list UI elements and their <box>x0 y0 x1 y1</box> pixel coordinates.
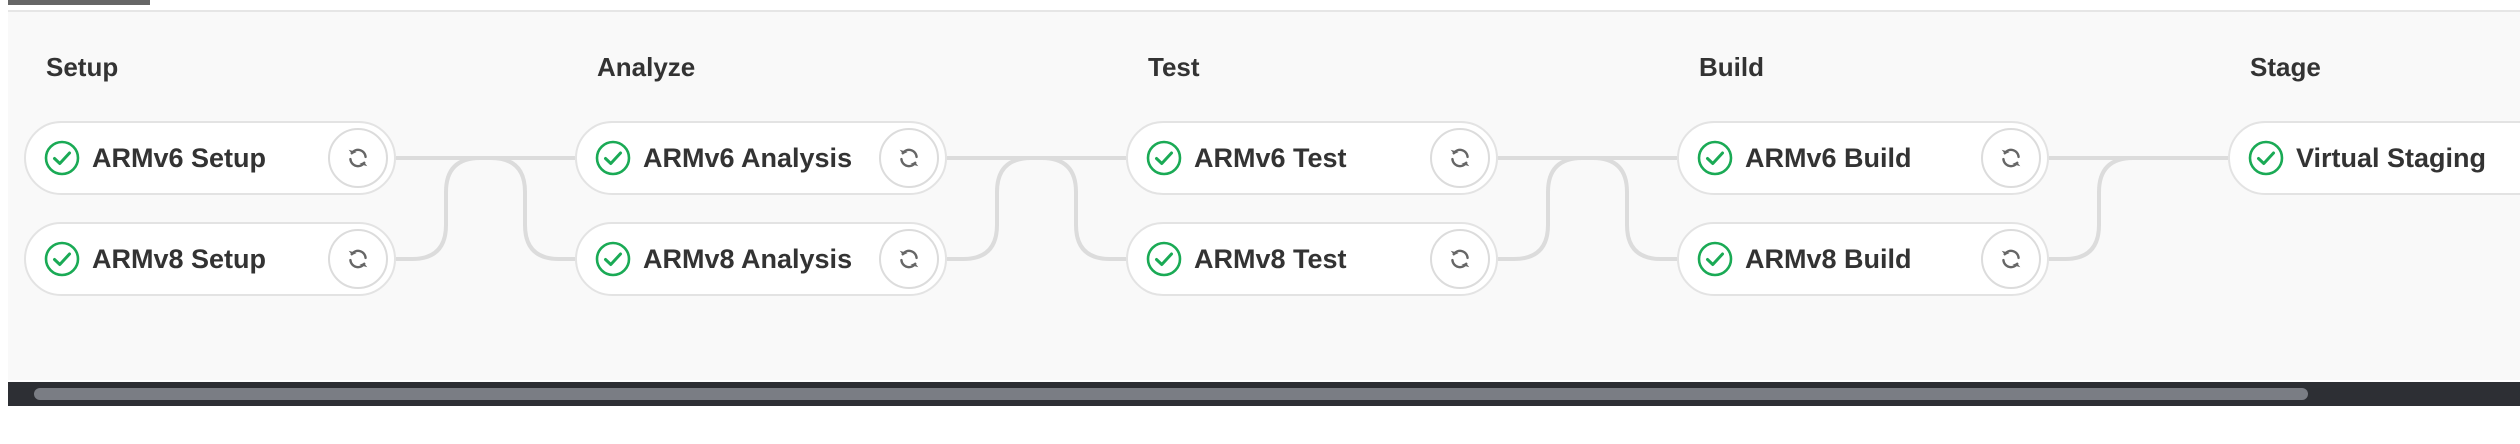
retry-icon <box>1998 145 2024 171</box>
job-pill[interactable]: ARMv6 Test <box>1126 121 1498 195</box>
scrollbar-thumb[interactable] <box>34 388 2308 400</box>
retry-job-button[interactable] <box>328 229 388 289</box>
check-circle-icon <box>44 140 80 176</box>
job-pill[interactable]: ARMv8 Test <box>1126 222 1498 296</box>
job-name: ARMv6 Build <box>1745 142 1912 173</box>
retry-icon <box>345 246 371 272</box>
job-pill[interactable]: Virtual Staging <box>2228 121 2520 195</box>
check-circle-icon <box>44 241 80 277</box>
job-connector <box>396 156 481 261</box>
retry-job-button[interactable] <box>1981 229 2041 289</box>
retry-icon <box>896 246 922 272</box>
check-circle-icon <box>595 140 631 176</box>
job-name: ARMv8 Setup <box>92 243 267 274</box>
active-tab-indicator <box>8 0 150 5</box>
job-pill[interactable]: ARMv6 Build <box>1677 121 2049 195</box>
retry-icon <box>896 145 922 171</box>
job-connector <box>490 156 575 261</box>
check-circle-icon <box>1146 241 1182 277</box>
retry-job-button[interactable] <box>879 229 939 289</box>
check-circle-icon <box>595 241 631 277</box>
job-name: ARMv6 Setup <box>92 142 267 173</box>
check-circle-icon <box>1697 241 1733 277</box>
retry-icon <box>345 145 371 171</box>
stage-title: Test <box>1148 52 1200 82</box>
job-connectors <box>396 156 2228 261</box>
check-circle-icon <box>1697 140 1733 176</box>
retry-icon <box>1447 145 1473 171</box>
stage-title: Analyze <box>597 52 696 82</box>
job-name: ARMv6 Analysis <box>643 142 853 173</box>
stage-title: Build <box>1699 52 1764 82</box>
job-name: Virtual Staging <box>2296 142 2487 173</box>
check-circle-icon <box>1146 140 1182 176</box>
job-connector <box>1498 156 1583 261</box>
job-connector <box>1041 156 1126 261</box>
job-pill[interactable]: ARMv8 Setup <box>24 222 396 296</box>
job-connector <box>947 156 1032 261</box>
job-pill[interactable]: ARMv6 Setup <box>24 121 396 195</box>
job-pill[interactable]: ARMv8 Build <box>1677 222 2049 296</box>
check-circle-icon <box>2248 140 2284 176</box>
job-name: ARMv6 Test <box>1194 142 1347 173</box>
job-name: ARMv8 Test <box>1194 243 1347 274</box>
job-pill[interactable]: ARMv6 Analysis <box>575 121 947 195</box>
retry-job-button[interactable] <box>1430 229 1490 289</box>
retry-job-button[interactable] <box>328 128 388 188</box>
job-connector <box>1592 156 1677 261</box>
horizontal-scrollbar[interactable] <box>8 382 2520 406</box>
job-pill[interactable]: ARMv8 Analysis <box>575 222 947 296</box>
pipeline-graph-viewport: Setup ARMv6 Setup ARMv8 Setup Analyze ARMv6 … <box>0 0 2520 444</box>
retry-job-button[interactable] <box>1430 128 1490 188</box>
stage-title: Stage <box>2250 52 2321 82</box>
job-name: ARMv8 Analysis <box>643 243 853 274</box>
job-name: ARMv8 Build <box>1745 243 1912 274</box>
stage-title: Setup <box>46 52 119 82</box>
retry-job-button[interactable] <box>1981 128 2041 188</box>
job-connector <box>2049 156 2134 261</box>
retry-icon <box>1447 246 1473 272</box>
retry-icon <box>1998 246 2024 272</box>
retry-job-button[interactable] <box>879 128 939 188</box>
pipeline-graph: Setup ARMv6 Setup ARMv8 Setup Analyze ARMv6 … <box>8 10 2520 380</box>
